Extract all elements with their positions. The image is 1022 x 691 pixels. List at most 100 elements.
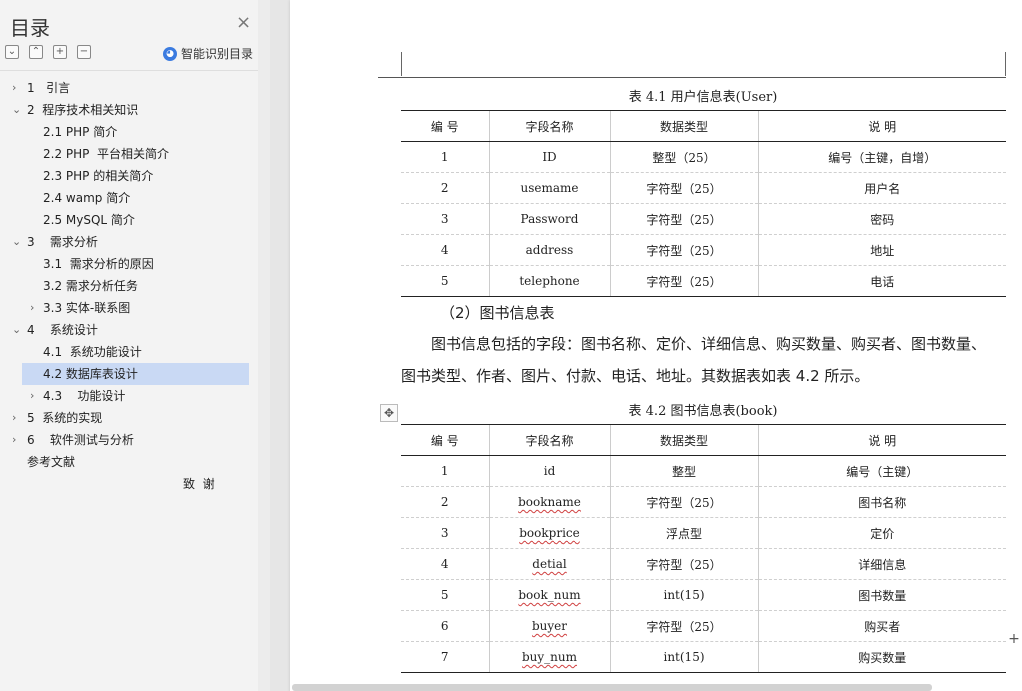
toc-item[interactable]: 2.3 PHP 的相关简介 bbox=[0, 165, 258, 187]
table-cell[interactable]: 整型（25） bbox=[609, 141, 758, 173]
table-cell[interactable]: 字符型（25） bbox=[609, 172, 758, 204]
table-cell[interactable]: detial bbox=[488, 548, 610, 580]
minus-icon[interactable]: − bbox=[77, 45, 91, 59]
toc-item[interactable]: ⌄ 2 程序技术相关知识 bbox=[0, 99, 258, 121]
table-cell[interactable]: 编号（主键，自增） bbox=[757, 141, 1006, 173]
horizontal-scrollbar[interactable] bbox=[292, 684, 932, 691]
table-cell[interactable]: 整型 bbox=[609, 455, 758, 487]
table-cell[interactable]: 3 bbox=[401, 203, 489, 235]
column-header: 编 号 bbox=[401, 110, 489, 142]
table-cell[interactable]: 2 bbox=[401, 172, 489, 204]
table-cell[interactable]: buyer bbox=[488, 610, 610, 642]
table-cell[interactable]: address bbox=[488, 234, 610, 266]
table-cell[interactable]: bookname bbox=[488, 486, 610, 518]
table-cell[interactable]: 字符型（25） bbox=[609, 203, 758, 235]
toc-item[interactable]: ⌄ 4 系统设计 bbox=[0, 319, 258, 341]
toc-item[interactable]: › 4.3 功能设计 bbox=[0, 385, 258, 407]
toc-item[interactable]: 2.2 PHP 平台相关简介 bbox=[0, 143, 258, 165]
toc-item-label: 参考文献 bbox=[27, 455, 76, 469]
table-cell[interactable]: bookprice bbox=[488, 517, 610, 549]
expand-icon[interactable]: ⌃ bbox=[29, 45, 43, 59]
close-icon[interactable]: × bbox=[236, 14, 251, 32]
table-row: 3 Password 字符型（25） 密码 bbox=[401, 203, 1006, 235]
toc-item[interactable]: › 3.3 实体-联系图 bbox=[0, 297, 258, 319]
toc-item[interactable]: 参考文献 bbox=[0, 451, 258, 473]
toc-item[interactable]: 2.1 PHP 简介 bbox=[0, 121, 258, 143]
table-cell[interactable]: telephone bbox=[488, 265, 610, 297]
paragraph-line: 图书信息包括的字段：图书名称、定价、详细信息、购买数量、购买者、图书数量、 bbox=[431, 335, 987, 353]
chevron-right-icon[interactable]: › bbox=[12, 407, 16, 429]
toc-item[interactable]: 4.2 数据库表设计 bbox=[22, 363, 249, 385]
toc-item[interactable]: 3.2 需求分析任务 bbox=[0, 275, 258, 297]
toc-item[interactable]: 4.1 系统功能设计 bbox=[0, 341, 258, 363]
table-cell[interactable]: 字符型（25） bbox=[609, 610, 758, 642]
toc-title: 目录 bbox=[10, 16, 50, 40]
table-cell[interactable]: 用户名 bbox=[757, 172, 1006, 204]
table-cell[interactable]: 5 bbox=[401, 265, 489, 297]
table-cell[interactable]: 定价 bbox=[757, 517, 1006, 549]
table-cell[interactable]: int(15) bbox=[609, 641, 758, 673]
table-cell[interactable]: buy_num bbox=[488, 641, 610, 673]
cell-text: 6 bbox=[440, 619, 449, 633]
table-cell[interactable]: 字符型（25） bbox=[609, 486, 758, 518]
chevron-right-icon[interactable]: › bbox=[12, 429, 16, 451]
table-cell[interactable]: 5 bbox=[401, 579, 489, 611]
chevron-right-icon[interactable]: › bbox=[30, 385, 34, 407]
toc-item[interactable]: › 6 软件测试与分析 bbox=[0, 429, 258, 451]
table-cell[interactable]: 字符型（25） bbox=[609, 548, 758, 580]
table-cell[interactable]: 电话 bbox=[757, 265, 1006, 297]
toc-item-label: 5 系统的实现 bbox=[27, 411, 103, 425]
toc-item[interactable]: 2.4 wamp 简介 bbox=[0, 187, 258, 209]
table-move-handle-icon[interactable]: ✥ bbox=[380, 404, 398, 422]
chevron-right-icon[interactable]: › bbox=[30, 297, 34, 319]
table-cell[interactable]: 4 bbox=[401, 234, 489, 266]
column-header: 说 明 bbox=[757, 424, 1006, 456]
chevron-down-icon[interactable]: ⌄ bbox=[12, 319, 21, 341]
smart-toc-button[interactable]: ◕ 智能识别目录 bbox=[163, 45, 253, 62]
table-cell[interactable]: 详细信息 bbox=[757, 548, 1006, 580]
toc-item[interactable]: 2.5 MySQL 简介 bbox=[0, 209, 258, 231]
table-cell[interactable]: ID bbox=[488, 141, 610, 173]
collapse-icon[interactable]: ⌄ bbox=[5, 45, 19, 59]
table-cell[interactable]: 字符型（25） bbox=[609, 265, 758, 297]
table-cell[interactable]: 编号（主键） bbox=[757, 455, 1006, 487]
table-cell[interactable]: id bbox=[488, 455, 610, 487]
cell-text: 4 bbox=[440, 557, 449, 571]
table-cell[interactable]: 购买者 bbox=[757, 610, 1006, 642]
table-cell[interactable]: 浮点型 bbox=[609, 517, 758, 549]
plus-icon[interactable]: + bbox=[53, 45, 67, 59]
table-cell[interactable]: book_num bbox=[488, 579, 610, 611]
table-cell[interactable]: 图书数量 bbox=[757, 579, 1006, 611]
table-bottom-rule bbox=[378, 77, 1006, 78]
cell-text: 编号（主键） bbox=[846, 464, 919, 479]
toc-item[interactable]: ⌄ 3 需求分析 bbox=[0, 231, 258, 253]
table-cell[interactable]: 字符型（25） bbox=[609, 234, 758, 266]
table-cell[interactable]: 2 bbox=[401, 486, 489, 518]
chevron-down-icon[interactable]: ⌄ bbox=[12, 99, 21, 121]
table-cell[interactable]: 6 bbox=[401, 610, 489, 642]
table-cell[interactable]: 1 bbox=[401, 456, 489, 487]
table-cell[interactable]: Password bbox=[488, 203, 610, 235]
table-cell[interactable]: 1 bbox=[401, 142, 489, 173]
toc-item[interactable]: 3.1 需求分析的原因 bbox=[0, 253, 258, 275]
toc-item[interactable]: 致 谢 bbox=[0, 473, 258, 495]
table-cell[interactable]: 地址 bbox=[757, 234, 1006, 266]
table-cell[interactable]: 购买数量 bbox=[757, 641, 1006, 673]
chevron-right-icon[interactable]: › bbox=[12, 77, 16, 99]
column-header: 说 明 bbox=[757, 110, 1006, 142]
cell-text: 密码 bbox=[870, 212, 895, 227]
table-cell[interactable]: usemame bbox=[488, 172, 610, 204]
toc-item[interactable]: › 5 系统的实现 bbox=[0, 407, 258, 429]
table-cell[interactable]: 3 bbox=[401, 517, 489, 549]
toc-item[interactable]: › 1 引言 bbox=[0, 77, 258, 99]
plus-icon[interactable]: + bbox=[1006, 630, 1022, 648]
table-cell[interactable]: 7 bbox=[401, 641, 489, 673]
table-cell[interactable]: int(15) bbox=[609, 579, 758, 611]
table-cell[interactable]: 图书名称 bbox=[757, 486, 1006, 518]
cell-text: 3 bbox=[440, 526, 449, 540]
table-cell[interactable]: 4 bbox=[401, 548, 489, 580]
table-cell[interactable]: 密码 bbox=[757, 203, 1006, 235]
chevron-down-icon[interactable]: ⌄ bbox=[12, 231, 21, 253]
book-table: 编 号字段名称 数据类型说 明 1 id 整型 编号（主键） 2 bookname 字符型（25… bbox=[401, 424, 1006, 673]
sidebar-scrollbar[interactable] bbox=[258, 0, 270, 691]
